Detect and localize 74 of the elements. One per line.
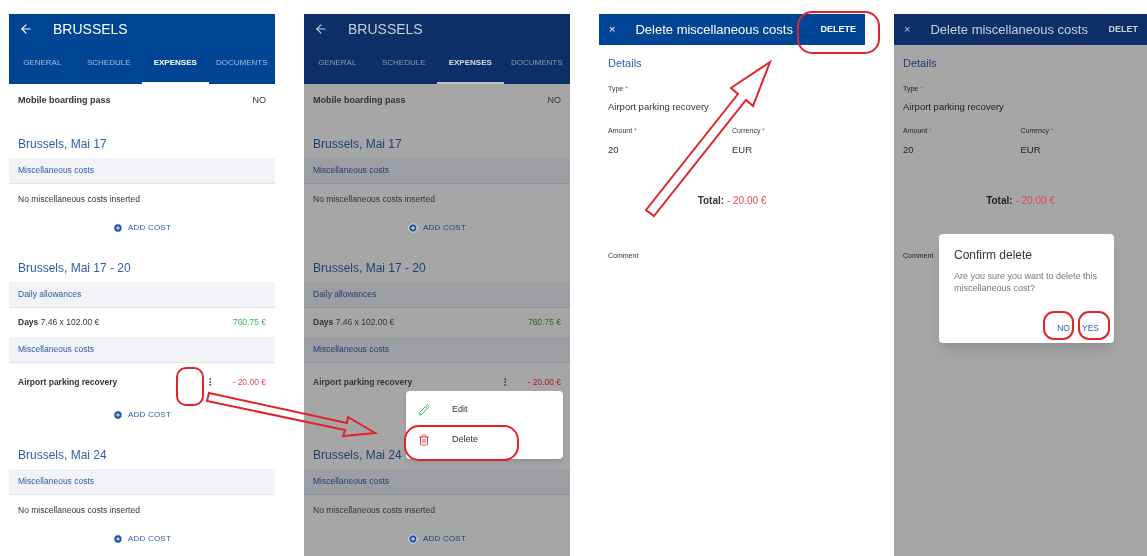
- tab[interactable]: DOCUMENTS: [503, 44, 570, 84]
- plus-icon: [113, 223, 124, 233]
- field-value: 20: [608, 142, 620, 157]
- tab[interactable]: GENERAL: [304, 44, 371, 84]
- section-heading: Brussels, Mai 17 - 20: [313, 260, 426, 277]
- close-button[interactable]: ×: [904, 21, 911, 38]
- tab[interactable]: GENERAL: [9, 44, 76, 84]
- boarding-pass-label: Mobile boarding pass: [18, 94, 111, 108]
- menu-item[interactable]: Edit: [406, 395, 563, 425]
- cost-amount: 760.75 €: [527, 316, 561, 329]
- tab[interactable]: SCHEDULE: [370, 44, 437, 84]
- add-cost-button[interactable]: ADD COST: [113, 409, 171, 421]
- dialog-button[interactable]: YES: [1082, 322, 1099, 335]
- boarding-pass-value: NO: [547, 94, 561, 108]
- group-header: Miscellaneous costs: [304, 469, 570, 495]
- add-cost-button[interactable]: ADD COST: [113, 533, 171, 545]
- cost-amount: - 20.00 €: [527, 375, 561, 389]
- total-amount: Total: - 20.00 €: [697, 195, 767, 206]
- group-header: Daily allowances: [304, 282, 570, 308]
- pencil-icon: [418, 404, 430, 416]
- group-header: Miscellaneous costs: [9, 469, 275, 495]
- field-value: EUR: [732, 142, 754, 157]
- delete-button[interactable]: DELETE: [820, 22, 865, 37]
- dialog-title: Confirm delete: [954, 247, 1034, 264]
- cost-amount: - 20.00 €: [232, 375, 266, 389]
- dialog-message: Are you sure you want to delete this miscellaneous cost?: [954, 270, 1099, 294]
- boarding-pass-value: NO: [252, 94, 266, 108]
- tab[interactable]: EXPENSES: [437, 44, 504, 84]
- group-header: Miscellaneous costs: [304, 158, 570, 184]
- section-heading: Brussels, Mai 17: [18, 136, 107, 153]
- field-value: Airport parking recovery: [608, 100, 710, 114]
- section-heading: Brussels, Mai 17 - 20: [18, 260, 131, 277]
- field-value: EUR: [1020, 142, 1042, 157]
- empty-message: No miscellaneous costs inserted: [18, 192, 140, 206]
- field-value: 20: [903, 142, 915, 157]
- tab[interactable]: SCHEDULE: [75, 44, 142, 84]
- tab[interactable]: DOCUMENTS: [208, 44, 275, 84]
- cost-label: Days 7.46 x 102.00 €: [313, 316, 395, 329]
- empty-message: No miscellaneous costs inserted: [18, 503, 140, 517]
- section-heading: Brussels, Mai 17: [313, 136, 402, 153]
- screen-title: Delete miscellaneous costs: [930, 20, 1088, 39]
- add-cost-button[interactable]: ADD COST: [408, 222, 466, 234]
- add-cost-button[interactable]: ADD COST: [408, 533, 466, 545]
- group-header: Miscellaneous costs: [9, 158, 275, 184]
- section-heading: Brussels, Mai 24: [313, 447, 402, 464]
- plus-icon: [113, 534, 124, 544]
- plus-icon: [408, 534, 419, 544]
- section-heading: Details: [608, 56, 643, 71]
- screen-title: BRUSSELS: [348, 19, 423, 39]
- group-header: Miscellaneous costs: [9, 337, 275, 363]
- screen-title: BRUSSELS: [53, 19, 128, 39]
- delete-button[interactable]: DELET: [1108, 22, 1147, 37]
- dialog-button[interactable]: NO: [1057, 322, 1070, 335]
- section-heading: Details: [903, 56, 938, 71]
- empty-message: No miscellaneous costs inserted: [313, 192, 435, 206]
- boarding-pass-label: Mobile boarding pass: [313, 94, 406, 108]
- section-heading: Brussels, Mai 24: [18, 447, 107, 464]
- cost-label: Airport parking recovery: [18, 375, 118, 389]
- trash-icon: [418, 434, 430, 446]
- cost-label: Airport parking recovery: [313, 375, 413, 389]
- add-cost-button[interactable]: ADD COST: [113, 222, 171, 234]
- plus-icon: [113, 410, 124, 420]
- menu-item[interactable]: Delete: [406, 425, 563, 455]
- group-header: Miscellaneous costs: [304, 337, 570, 363]
- cost-label: Days 7.46 x 102.00 €: [18, 316, 100, 329]
- field-value: Airport parking recovery: [903, 100, 1005, 114]
- cost-amount: 760.75 €: [232, 316, 266, 329]
- close-button[interactable]: ×: [609, 21, 616, 38]
- tab[interactable]: EXPENSES: [142, 44, 209, 84]
- empty-message: No miscellaneous costs inserted: [313, 503, 435, 517]
- total-amount: Total: - 20.00 €: [986, 195, 1055, 206]
- plus-icon: [408, 223, 419, 233]
- group-header: Daily allowances: [9, 282, 275, 308]
- screen-title: Delete miscellaneous costs: [635, 20, 793, 39]
